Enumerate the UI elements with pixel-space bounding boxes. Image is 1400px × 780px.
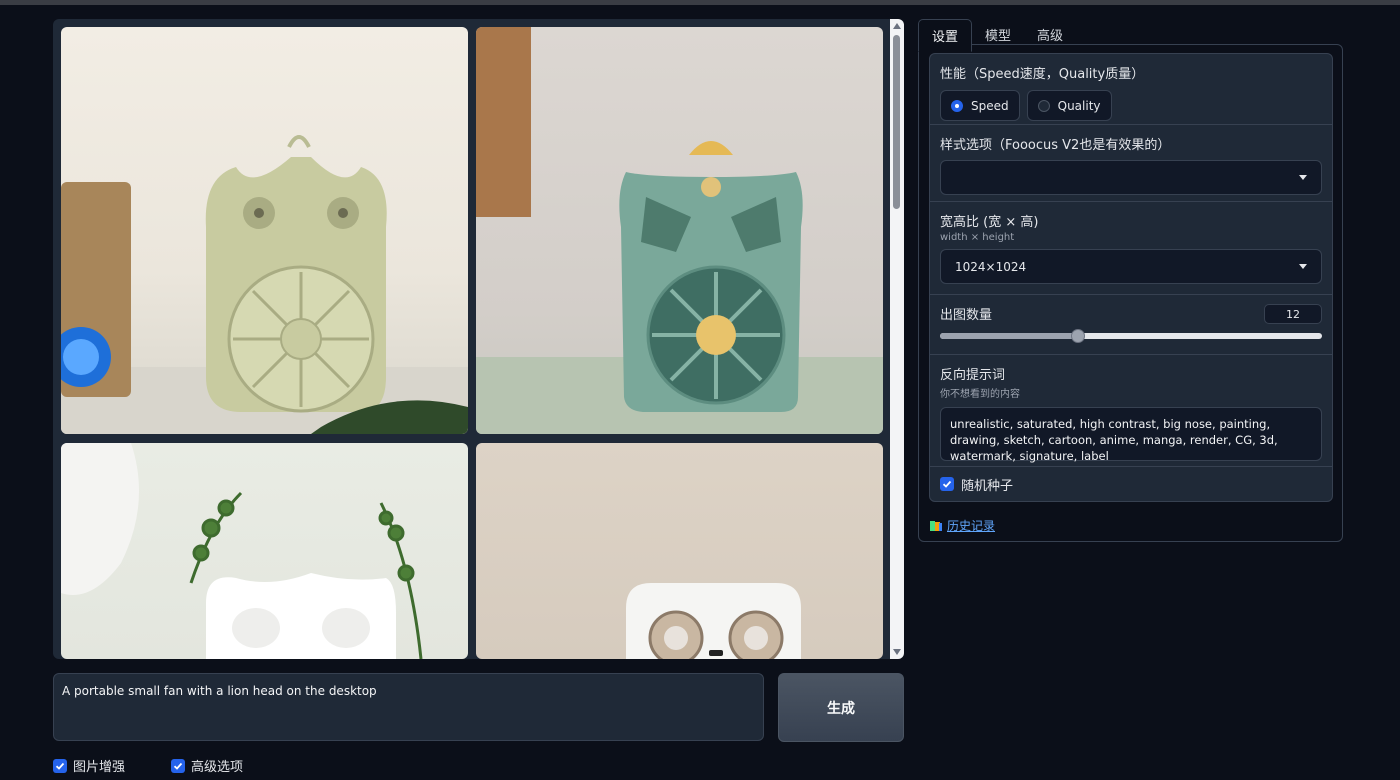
advanced-checkbox[interactable] xyxy=(171,758,186,773)
image-enhance-option[interactable]: 图片增强 xyxy=(53,756,125,775)
negative-prompt-sublabel: 你不想看到的内容 xyxy=(940,389,1020,400)
aspect-ratio-label: 宽高比 (宽 × 高) xyxy=(940,215,1039,230)
tab-advanced[interactable]: 高级 xyxy=(1024,19,1076,52)
aspect-ratio-sublabel: width × height xyxy=(940,232,1015,243)
tab-settings[interactable]: 设置 xyxy=(918,19,973,52)
caret-down-icon xyxy=(1299,175,1307,180)
negative-prompt-label: 反向提示词 xyxy=(940,368,1006,383)
image-enhance-label: 图片增强 xyxy=(73,760,126,775)
negative-prompt-input[interactable]: unrealistic, saturated, high contrast, b… xyxy=(940,407,1322,463)
negative-prompt-block: 反向提示词 你不想看到的内容 unrealistic, saturated, h… xyxy=(930,355,1332,467)
history-link-row: 历史记录 xyxy=(929,517,995,534)
image-count-block: 出图数量 12 xyxy=(930,295,1332,355)
advanced-option[interactable]: 高级选项 xyxy=(171,756,243,775)
checkmark-icon xyxy=(942,480,952,488)
image-gallery[interactable] xyxy=(53,19,904,659)
image-count-slider[interactable] xyxy=(940,329,1322,343)
image-enhance-checkbox[interactable] xyxy=(53,758,67,773)
speed-radio[interactable]: Speed xyxy=(940,90,1020,121)
style-block: 样式选项（Fooocus V2也是有效果的） xyxy=(930,125,1332,202)
speed-radio-label: Speed xyxy=(971,98,1009,113)
slider-handle[interactable] xyxy=(1070,329,1085,343)
settings-panel: 性能（Speed速度，Quality质量） Speed Quality 样式选项… xyxy=(929,53,1333,502)
checkmark-icon xyxy=(55,762,65,770)
random-seed-checkbox[interactable] xyxy=(940,477,954,491)
style-label: 样式选项（Fooocus V2也是有效果的） xyxy=(940,138,1171,153)
performance-label: 性能（Speed速度，Quality质量） xyxy=(940,67,1145,82)
advanced-label: 高级选项 xyxy=(191,760,244,775)
quality-radio-label: Quality xyxy=(1057,98,1101,113)
performance-block: 性能（Speed速度，Quality质量） Speed Quality xyxy=(930,54,1332,125)
radio-unselected-icon xyxy=(1037,99,1050,112)
checkmark-icon xyxy=(173,762,183,770)
random-seed-label: 随机种子 xyxy=(961,478,1014,494)
caret-down-icon xyxy=(1299,264,1307,269)
radio-selected-icon xyxy=(951,99,963,112)
settings-tabs: 设置 模型 高级 xyxy=(918,19,1076,52)
gallery-image-2[interactable] xyxy=(476,27,883,434)
prompt-input[interactable]: A portable small fan with a lion head on… xyxy=(53,673,764,741)
performance-radio-group: Speed Quality xyxy=(940,90,1322,121)
image-count-input[interactable]: 12 xyxy=(1264,304,1322,324)
top-bar xyxy=(0,0,1400,5)
tab-models[interactable]: 模型 xyxy=(972,19,1024,52)
quality-radio[interactable]: Quality xyxy=(1026,90,1112,121)
scroll-down-arrow-icon[interactable] xyxy=(893,649,901,655)
scroll-up-arrow-icon[interactable] xyxy=(893,23,901,29)
aspect-ratio-select[interactable]: 1024×1024 xyxy=(940,249,1322,284)
slider-fill xyxy=(940,333,1078,339)
gallery-image-1[interactable] xyxy=(61,27,468,434)
gallery-image-4[interactable] xyxy=(476,443,883,659)
history-link[interactable]: 历史记录 xyxy=(947,517,995,534)
bottom-options: 图片增强 高级选项 xyxy=(53,756,243,775)
style-select[interactable] xyxy=(940,160,1322,195)
gallery-image-3[interactable] xyxy=(61,443,468,659)
aspect-ratio-value: 1024×1024 xyxy=(955,259,1027,274)
generate-button[interactable]: 生成 xyxy=(778,673,904,742)
gallery-scrollbar[interactable] xyxy=(890,19,904,659)
scrollbar-thumb[interactable] xyxy=(893,35,900,209)
random-seed-row[interactable]: 随机种子 xyxy=(930,467,1332,501)
aspect-ratio-block: 宽高比 (宽 × 高) width × height 1024×1024 xyxy=(930,202,1332,295)
book-icon xyxy=(930,520,942,531)
